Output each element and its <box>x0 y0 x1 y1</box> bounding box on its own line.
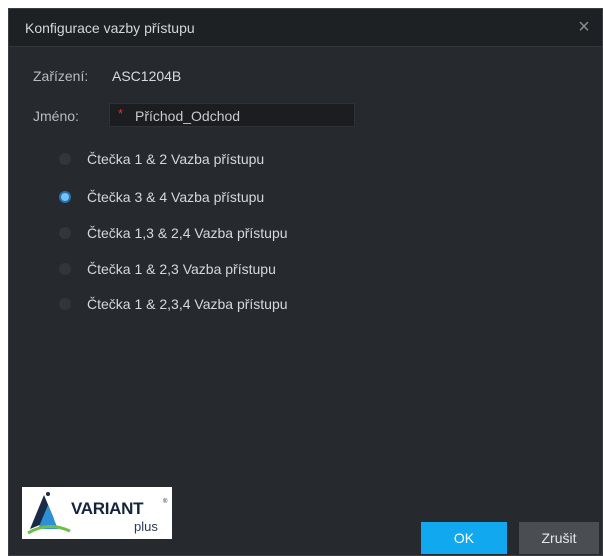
radio-option-3[interactable]: Čtečka 1,3 & 2,4 Vazba přístupu <box>59 222 288 244</box>
access-binding-dialog: Konfigurace vazby přístupu × Zařízení: A… <box>8 8 603 556</box>
variant-plus-logo: VARIANT ® plus <box>22 487 172 539</box>
radio-label-3: Čtečka 1,3 & 2,4 Vazba přístupu <box>87 225 288 241</box>
device-label: Zařízení: <box>33 68 89 84</box>
radio-button-1[interactable] <box>59 153 71 165</box>
device-value: ASC1204B <box>112 68 182 84</box>
radio-button-3[interactable] <box>59 227 71 239</box>
radio-button-2[interactable] <box>59 191 71 203</box>
dialog-title: Konfigurace vazby přístupu <box>25 20 195 36</box>
radio-option-5[interactable]: Čtečka 1 & 2,3,4 Vazba přístupu <box>59 293 288 315</box>
radio-label-2: Čtečka 3 & 4 Vazba přístupu <box>87 189 265 205</box>
logo-text: VARIANT <box>71 499 144 518</box>
name-field[interactable]: * <box>109 103 355 127</box>
name-label: Jméno: <box>33 108 79 124</box>
radio-label-1: Čtečka 1 & 2 Vazba přístupu <box>87 151 265 167</box>
logo-subtext: plus <box>134 519 158 534</box>
cancel-button[interactable]: Zrušit <box>519 522 599 554</box>
logo-registered-mark: ® <box>163 499 168 505</box>
radio-option-2[interactable]: Čtečka 3 & 4 Vazba přístupu <box>59 186 264 208</box>
radio-label-4: Čtečka 1 & 2,3 Vazba přístupu <box>87 261 276 277</box>
required-marker: * <box>118 106 124 121</box>
radio-option-1[interactable]: Čtečka 1 & 2 Vazba přístupu <box>59 148 264 170</box>
logo-mark-icon <box>27 492 71 535</box>
radio-label-5: Čtečka 1 & 2,3,4 Vazba přístupu <box>87 296 288 312</box>
ok-button[interactable]: OK <box>421 522 507 554</box>
close-icon[interactable]: × <box>572 15 596 39</box>
name-input[interactable] <box>135 108 335 124</box>
radio-button-4[interactable] <box>59 263 71 275</box>
radio-option-4[interactable]: Čtečka 1 & 2,3 Vazba přístupu <box>59 258 276 280</box>
radio-button-5[interactable] <box>59 298 71 310</box>
dialog-titlebar: Konfigurace vazby přístupu × <box>9 9 602 47</box>
